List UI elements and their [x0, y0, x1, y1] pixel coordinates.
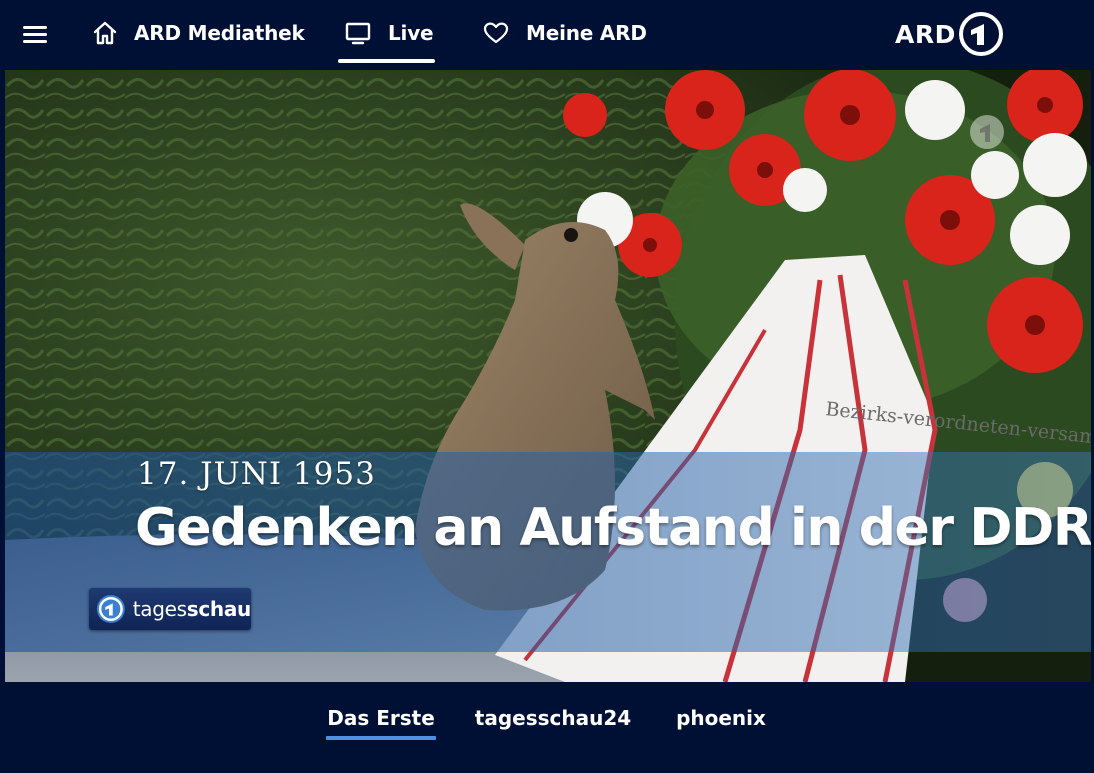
ard-logo[interactable]: ARD — [895, 10, 1004, 58]
nav-label-meine-ard: Meine ARD — [526, 21, 647, 45]
active-nav-indicator — [338, 59, 435, 63]
heart-icon — [483, 22, 509, 44]
channel-tabs: Das Erste tagesschau24 phoenix — [0, 682, 1094, 773]
video-kicker-date: 17. JUNI 1953 — [137, 456, 376, 492]
video-headline: Gedenken an Aufstand in der DDR — [135, 498, 1091, 558]
home-icon — [93, 21, 117, 45]
tab-tagesschau24[interactable]: tagesschau24 — [475, 698, 631, 738]
ard-logo-text: ARD — [895, 19, 956, 49]
active-tab-indicator — [326, 736, 436, 740]
nav-item-live[interactable]: Live — [344, 0, 434, 66]
nav-item-meine-ard[interactable]: Meine ARD — [482, 0, 647, 66]
menu-icon[interactable] — [18, 18, 52, 50]
tab-das-erste[interactable]: Das Erste — [326, 698, 436, 738]
channel-watermark-icon — [970, 115, 1004, 149]
tv-icon — [345, 22, 371, 45]
live-video-player[interactable]: Bezirks-verordneten-versammlung 17. JUNI — [5, 70, 1091, 682]
tab-phoenix[interactable]: phoenix — [670, 698, 772, 738]
nav-label-ard-mediathek: ARD Mediathek — [134, 21, 305, 45]
ard-one-icon — [958, 12, 1003, 56]
tagesschau-logo-icon — [96, 594, 125, 624]
top-navigation: ARD Mediathek Live Meine ARD ARD — [0, 0, 1094, 68]
nav-item-ard-mediathek[interactable]: ARD Mediathek — [91, 0, 305, 66]
tagesschau-badge-text: tagesschau — [132, 597, 252, 621]
nav-label-live: Live — [388, 21, 434, 45]
tagesschau-badge: tagesschau — [89, 588, 251, 630]
